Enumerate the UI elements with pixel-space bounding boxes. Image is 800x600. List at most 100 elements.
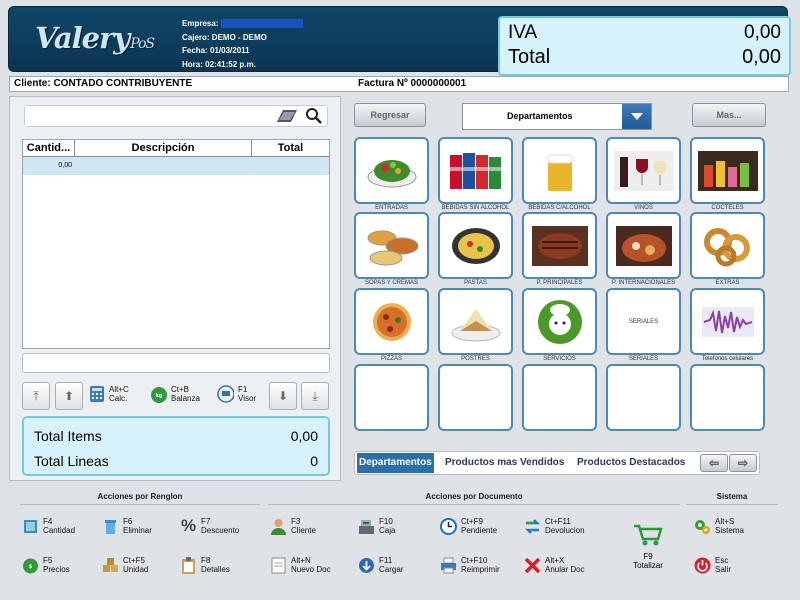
tile-cocteles[interactable] [690, 137, 765, 204]
mas-button[interactable]: Mas... [692, 103, 766, 127]
tile-empty-4[interactable] [606, 364, 681, 431]
tile-seriales[interactable]: SERIALES [606, 288, 681, 355]
action-anular-doc[interactable]: Alt+X Anular Doc [524, 556, 585, 574]
tile-label-extras: EXTRAS [715, 280, 740, 286]
action-nuevo-doc[interactable]: Alt+N Nuevo Doc [270, 556, 331, 574]
totals-display: IVA 0,00 Total 0,00 [498, 16, 791, 76]
first-row-button[interactable]: ⤒ [22, 382, 50, 410]
balanza-button[interactable]: kg Ct+B Balanza [150, 385, 200, 403]
cart-icon [631, 522, 665, 548]
cliente-label: Cliente [291, 526, 316, 535]
descuento-label: Descuento [201, 526, 240, 535]
tile-telefonos-celulares[interactable] [690, 288, 765, 355]
tile-bebidas-c-alcohol[interactable] [522, 137, 597, 204]
tile-servicios[interactable] [522, 288, 597, 355]
printer-icon [440, 557, 457, 574]
pendiente-label: Pendiente [461, 526, 498, 535]
table-row[interactable]: 0,00 [23, 157, 329, 175]
fecha-label: Fecha: [182, 46, 208, 55]
action-salir[interactable]: Esc Salir [694, 556, 731, 574]
nuevo-doc-label: Nuevo Doc [291, 565, 331, 574]
tile-empty-5[interactable] [690, 364, 765, 431]
tile-bebidas-sin-alcohol[interactable] [438, 137, 513, 204]
arrow-left-icon: ⇦ [708, 456, 720, 470]
calc-button[interactable]: Alt+C Calc. [88, 385, 129, 403]
tile-p-internacionales[interactable] [606, 212, 681, 279]
reimprimir-key: Ct+F10 [461, 556, 488, 565]
tile-extras[interactable] [690, 212, 765, 279]
action-eliminar[interactable]: F6 Eliminar [102, 517, 152, 535]
wine-icon [613, 150, 674, 191]
tile-sopas-y-cremas[interactable] [354, 212, 429, 279]
action-sistema[interactable]: Alt+S Sistema [694, 517, 744, 535]
tile-empty-3[interactable] [522, 364, 597, 431]
action-detalles[interactable]: F8 Detalles [180, 556, 230, 574]
prev-row-button[interactable]: ⬆ [55, 382, 83, 410]
tile-empty-1[interactable] [354, 364, 429, 431]
col-descripcion[interactable]: Descripción [75, 140, 252, 156]
onion-rings-icon [703, 227, 750, 266]
invoice-number: Factura Nº 0000000001 [358, 78, 467, 89]
visor-button[interactable]: F1 Visor [217, 385, 256, 403]
action-cargar[interactable]: F11 Cargar [358, 556, 403, 574]
items-grid[interactable]: Cantid... Descripción Total 0,00 [22, 139, 330, 349]
total-value: 0,00 [742, 46, 781, 68]
tabs-next-button[interactable]: ⇨ [729, 454, 757, 472]
load-icon [358, 557, 375, 574]
action-cliente[interactable]: F3 Cliente [270, 517, 316, 535]
action-caja[interactable]: F10 Caja [358, 517, 395, 535]
calc-key: Alt+C [109, 385, 129, 394]
action-devolucion[interactable]: Ct+F11 Devolucion [524, 517, 585, 535]
power-icon [694, 557, 711, 574]
visor-label: Visor [238, 394, 257, 403]
action-unidad[interactable]: Ct+F5 Unidad [102, 556, 148, 574]
departamentos-select[interactable]: Departamentos [462, 103, 652, 130]
tile-postres[interactable] [438, 288, 513, 355]
tile-p-principales[interactable] [522, 212, 597, 279]
tile-label-bebidas-c-alcohol: BEBIDAS C/ALCOHOL [528, 205, 591, 211]
svg-text:$: $ [29, 564, 33, 570]
tile-empty-2[interactable] [438, 364, 513, 431]
trash-icon [102, 518, 119, 535]
next-row-button[interactable]: ⬇ [269, 382, 297, 410]
col-total[interactable]: Total [252, 140, 329, 156]
tab-productos-destacados[interactable]: Productos Destacados [577, 452, 685, 474]
tile-pizzas[interactable] [354, 288, 429, 355]
sistema-key: Alt+S [715, 517, 735, 526]
tile-vinos[interactable] [606, 137, 681, 204]
anular-doc-label: Anular Doc [545, 565, 585, 574]
summary-box: Total Items 0,00 Total Lineas 0 [22, 416, 330, 476]
chevron-down-icon[interactable] [622, 104, 651, 129]
action-precios[interactable]: $ F5 Precios [22, 556, 70, 574]
tile-label-vinos: VINOS [634, 205, 653, 211]
search-icon[interactable] [304, 107, 324, 125]
tile-label-entradas: ENTRADAS [375, 205, 408, 211]
action-pendiente[interactable]: Ct+F9 Pendiente [440, 517, 497, 535]
soup-icon [367, 230, 418, 265]
keyboard-icon[interactable] [273, 107, 299, 125]
tile-label-pastas: PASTAS [464, 280, 487, 286]
section-renglon-title: Acciones por Renglon [97, 492, 183, 501]
col-cantidad[interactable]: Cantid... [23, 140, 75, 156]
tab-departamentos[interactable]: Departamentos [357, 453, 434, 473]
tile-pastas[interactable] [438, 212, 513, 279]
salir-label: Salir [715, 565, 732, 574]
last-row-button[interactable]: ⤓ [301, 382, 329, 410]
nuevo-doc-key: Alt+N [291, 556, 311, 565]
detalles-key: F8 [201, 556, 211, 565]
action-totalizar[interactable]: F9 Totalizar [620, 522, 676, 570]
action-cantidad[interactable]: F4 Cantidad [22, 517, 75, 535]
divider-renglon [20, 504, 260, 505]
cantidad-label: Cantidad [43, 526, 76, 535]
action-descuento[interactable]: % F7 Descuento [180, 516, 240, 535]
pendiente-key: Ct+F9 [461, 517, 484, 526]
notes-field[interactable] [22, 353, 330, 373]
tile-entradas[interactable] [354, 137, 429, 204]
tab-productos-mas-vendidos[interactable]: Productos mas Vendidos [445, 452, 564, 474]
search-input[interactable] [24, 105, 328, 127]
regresar-button[interactable]: Regresar [354, 103, 426, 127]
row-cantidad: 0,00 [23, 157, 75, 175]
action-reimprimir[interactable]: Ct+F10 Reimprimir [440, 556, 500, 574]
tabs-prev-button[interactable]: ⇦ [700, 454, 728, 472]
tile-label-p-internacionales: P. INTERNACIONALES [611, 280, 676, 286]
